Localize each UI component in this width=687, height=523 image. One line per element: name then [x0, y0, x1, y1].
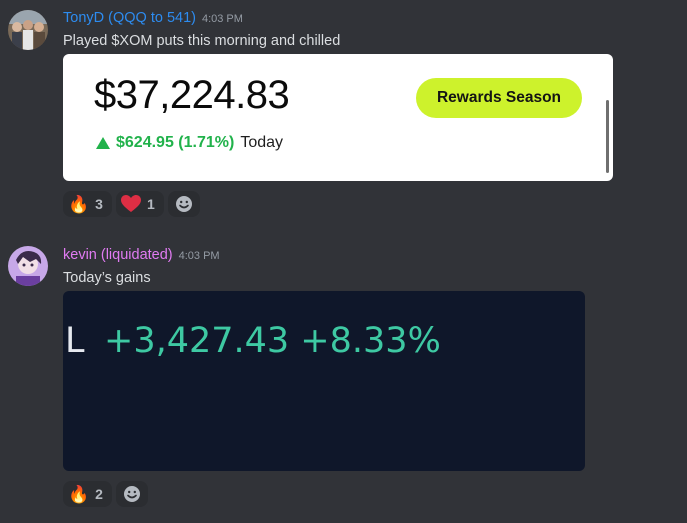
reaction-count: 2	[95, 486, 103, 502]
up-triangle-icon	[96, 137, 110, 149]
heart-icon	[120, 195, 141, 212]
portfolio-card-image[interactable]: $37,224.83 $624.95 (1.71%) Today Rewards…	[63, 54, 613, 181]
reaction-fire[interactable]: 🔥 2	[63, 481, 112, 507]
add-reaction-button[interactable]	[167, 191, 200, 217]
smiley-icon	[123, 486, 140, 502]
reaction-fire[interactable]: 🔥 3	[63, 191, 112, 217]
avatar-tonyd[interactable]	[8, 10, 48, 50]
fire-icon: 🔥	[68, 194, 90, 214]
timestamp[interactable]: 4:03 PM	[202, 13, 243, 25]
smiley-icon	[175, 196, 192, 212]
change-period: Today	[240, 134, 284, 151]
reactions-bar: 🔥 3 1	[63, 191, 200, 217]
rewards-season-button[interactable]: Rewards Season	[416, 78, 582, 118]
gains-card-image[interactable]: L +3,427.43 +8.33%	[63, 291, 585, 471]
username[interactable]: kevin (liquidated) 4:03 PM	[63, 246, 220, 265]
avatar-kevin[interactable]	[8, 246, 48, 286]
portfolio-change: $624.95 (1.71%) Today	[96, 134, 283, 152]
reaction-count: 3	[95, 196, 103, 212]
fire-icon: 🔥	[68, 484, 90, 504]
portfolio-value: $37,224.83	[94, 73, 290, 117]
message-text: Played $XOM puts this morning and chille…	[63, 33, 341, 49]
username-text[interactable]: kevin (liquidated)	[63, 247, 173, 263]
add-reaction-button[interactable]	[115, 481, 148, 507]
gains-label: L	[65, 321, 85, 361]
reaction-count: 1	[146, 196, 155, 212]
gains-value: +3,427.43 +8.33%	[104, 321, 441, 361]
change-amount: $624.95 (1.71%)	[116, 134, 235, 151]
reaction-heart[interactable]: 1	[115, 191, 164, 217]
username[interactable]: TonyD (QQQ to 541) 4:03 PM	[63, 9, 243, 28]
username-text[interactable]: TonyD (QQQ to 541)	[63, 10, 196, 26]
timestamp[interactable]: 4:03 PM	[179, 250, 220, 262]
message-text: Today’s gains	[63, 270, 151, 286]
scrollbar[interactable]	[606, 100, 609, 173]
reactions-bar: 🔥 2	[63, 481, 148, 507]
